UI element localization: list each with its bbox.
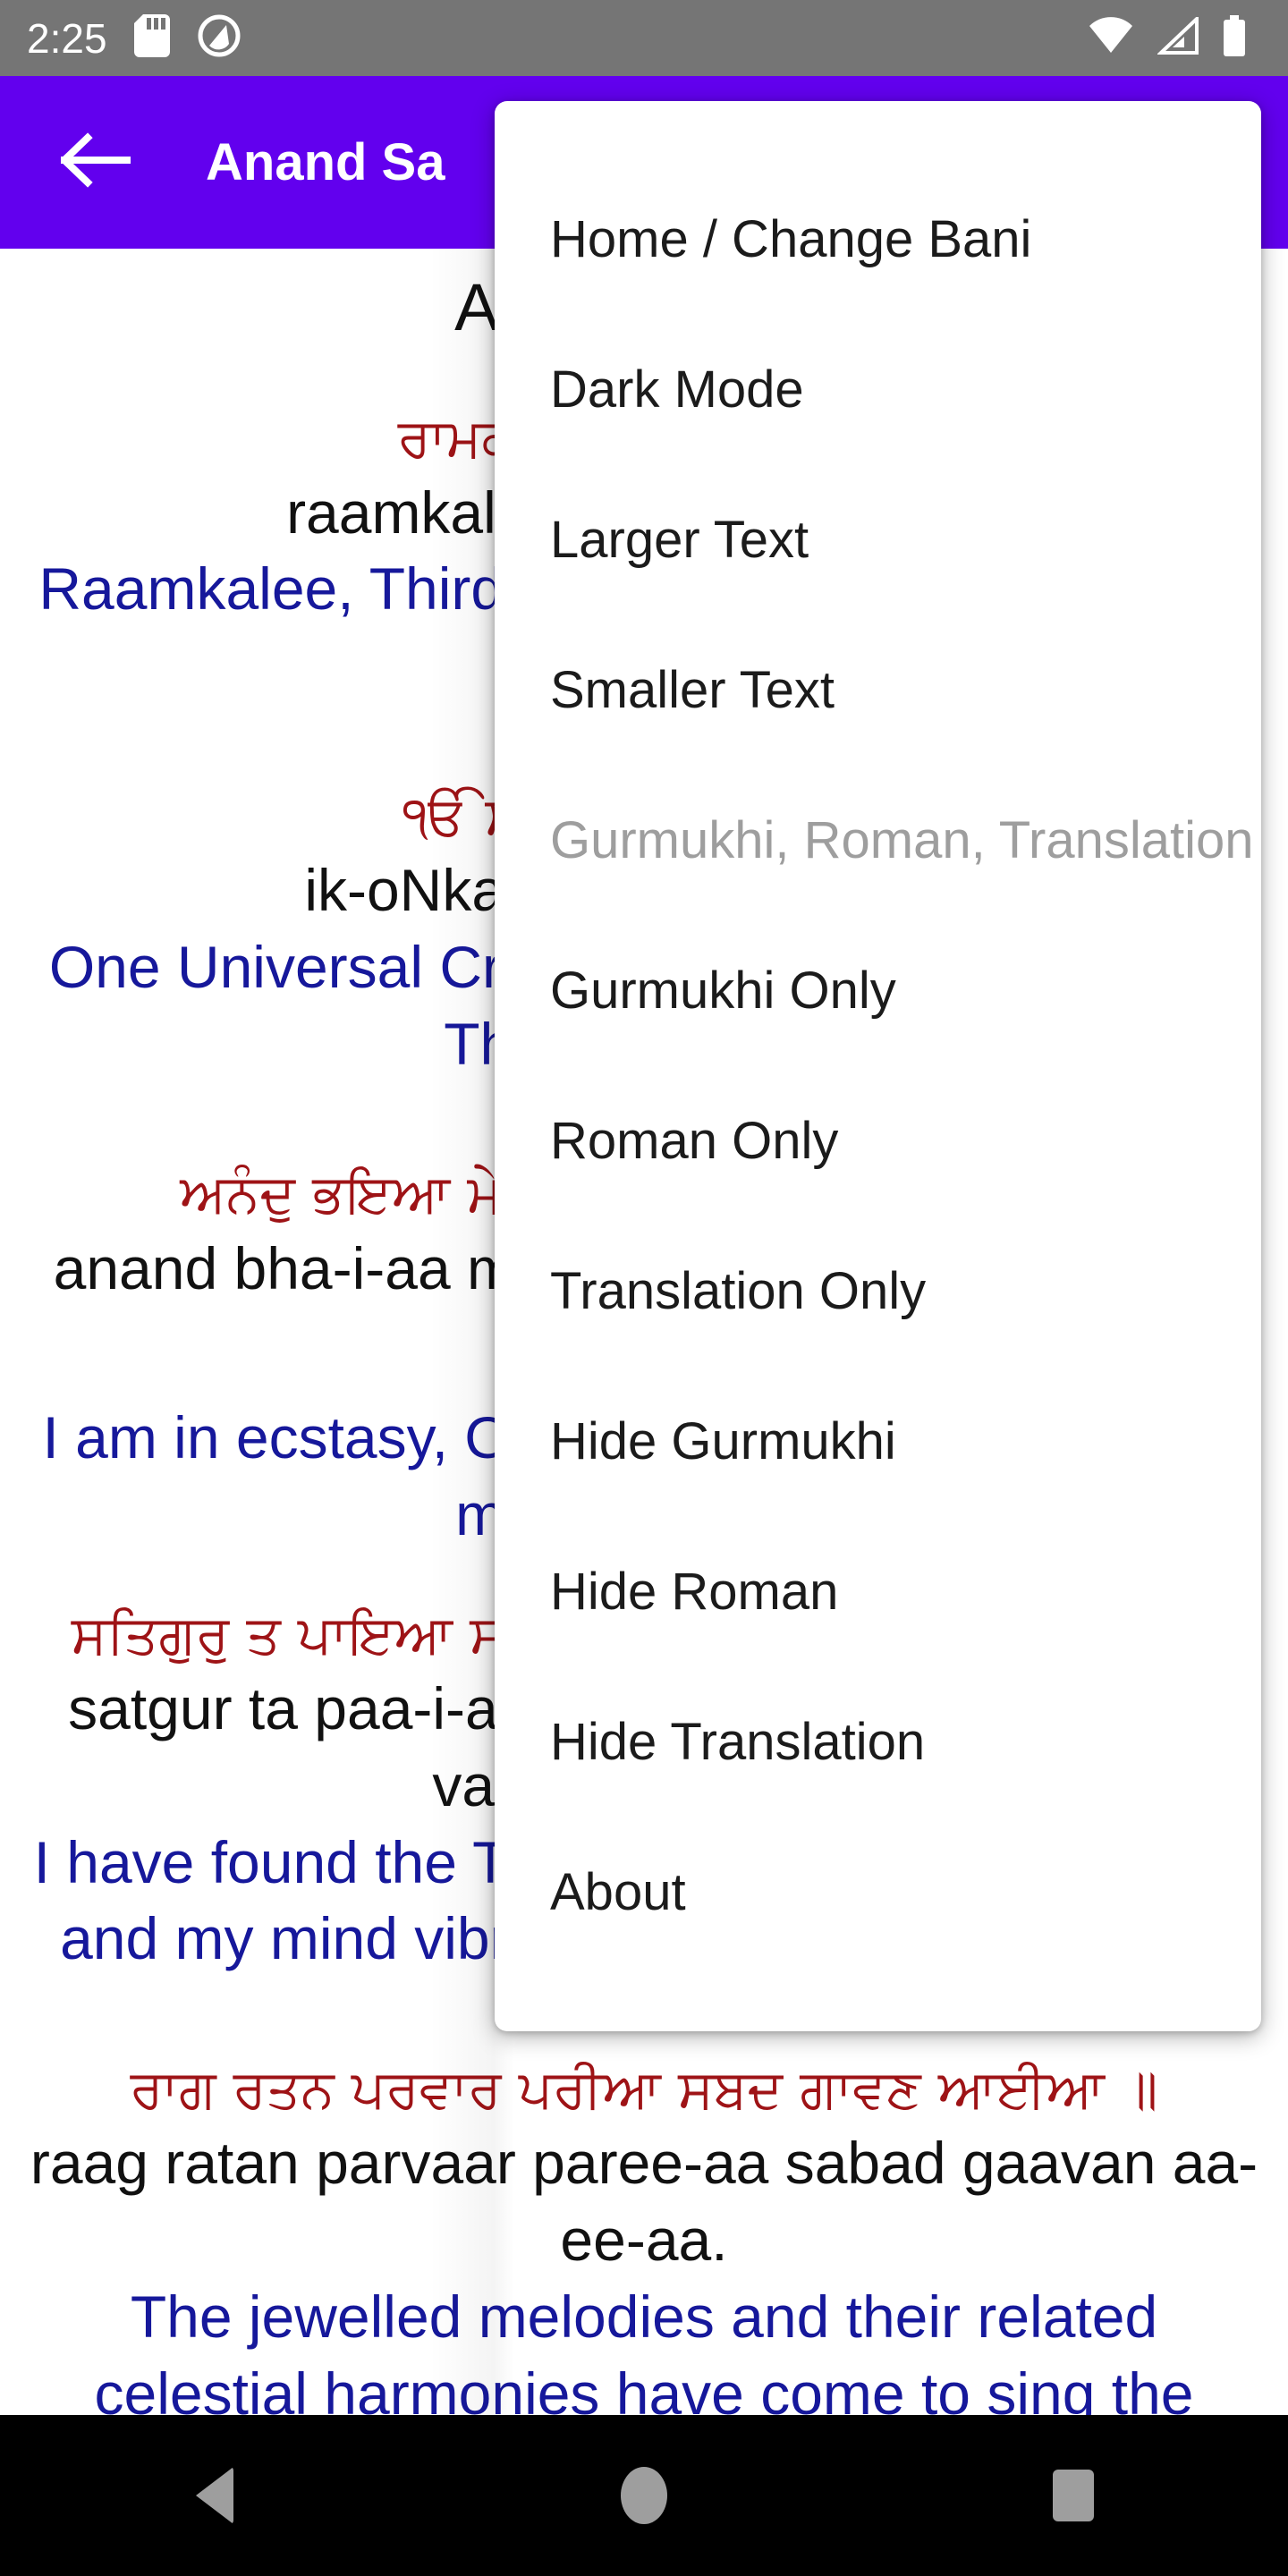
page-title: Anand Sa <box>206 133 445 191</box>
menu-item-gurmukhi-roman-translation: Gurmukhi, Roman, Translation <box>550 810 1254 869</box>
back-button[interactable] <box>47 114 145 212</box>
verse-gurmukhi: ਰਾਗ ਰਤਨ ਪਰਵਾਰ ਪਰੀਆ ਸਬਦ ਗਾਵਣ ਆਈਆ ॥ <box>130 2058 1158 2122</box>
system-nav-bar <box>0 2415 1288 2576</box>
home-circle-icon <box>621 2467 667 2524</box>
status-bar-left: 2:25 <box>27 13 242 63</box>
nav-recents-button[interactable] <box>984 2415 1163 2576</box>
menu-item-roman-only[interactable]: Roman Only <box>495 1065 1261 1216</box>
menu-item-dark-mode[interactable]: Dark Mode <box>495 314 1261 464</box>
cellular-signal-icon <box>1156 14 1199 59</box>
menu-item-home-change-bani[interactable]: Home / Change Bani <box>495 164 1261 314</box>
menu-item-larger-text[interactable]: Larger Text <box>495 464 1261 614</box>
menu-item-gurmukhi-only[interactable]: Gurmukhi Only <box>495 915 1261 1065</box>
verse-roman: raag ratan parvaar paree-aa sabad gaavan… <box>30 2130 1258 2274</box>
menu-item-hide-translation[interactable]: Hide Translation <box>495 1666 1261 1817</box>
menu-item-smaller-text[interactable]: Smaller Text <box>495 614 1261 765</box>
status-bar: 2:25 <box>0 0 1288 76</box>
menu-item-hide-roman[interactable]: Hide Roman <box>495 1516 1261 1666</box>
verse-translation: The jewelled melodies and their related … <box>94 2284 1194 2415</box>
android-q-icon <box>197 13 242 63</box>
overflow-menu[interactable]: Home / Change Bani Dark Mode Larger Text… <box>495 101 1261 2031</box>
menu-item-translation-only[interactable]: Translation Only <box>495 1216 1261 1366</box>
nav-back-button[interactable] <box>125 2415 304 2576</box>
back-triangle-icon <box>196 2467 233 2524</box>
status-bar-right <box>1088 14 1261 61</box>
menu-item-about[interactable]: About <box>495 1817 1261 1967</box>
wifi-icon <box>1088 17 1134 59</box>
verse-block: ਰਾਗ ਰਤਨ ਪਰਵਾਰ ਪਰੀਆ ਸਬਦ ਗਾਵਣ ਆਈਆ ॥ raag r… <box>25 2055 1263 2415</box>
sd-card-icon <box>133 14 170 62</box>
recents-square-icon <box>1053 2470 1094 2521</box>
arrow-left-icon <box>59 132 131 192</box>
menu-item-hide-gurmukhi[interactable]: Hide Gurmukhi <box>495 1366 1261 1516</box>
nav-home-button[interactable] <box>555 2415 733 2576</box>
status-bar-clock: 2:25 <box>27 14 107 62</box>
battery-icon <box>1222 15 1247 61</box>
